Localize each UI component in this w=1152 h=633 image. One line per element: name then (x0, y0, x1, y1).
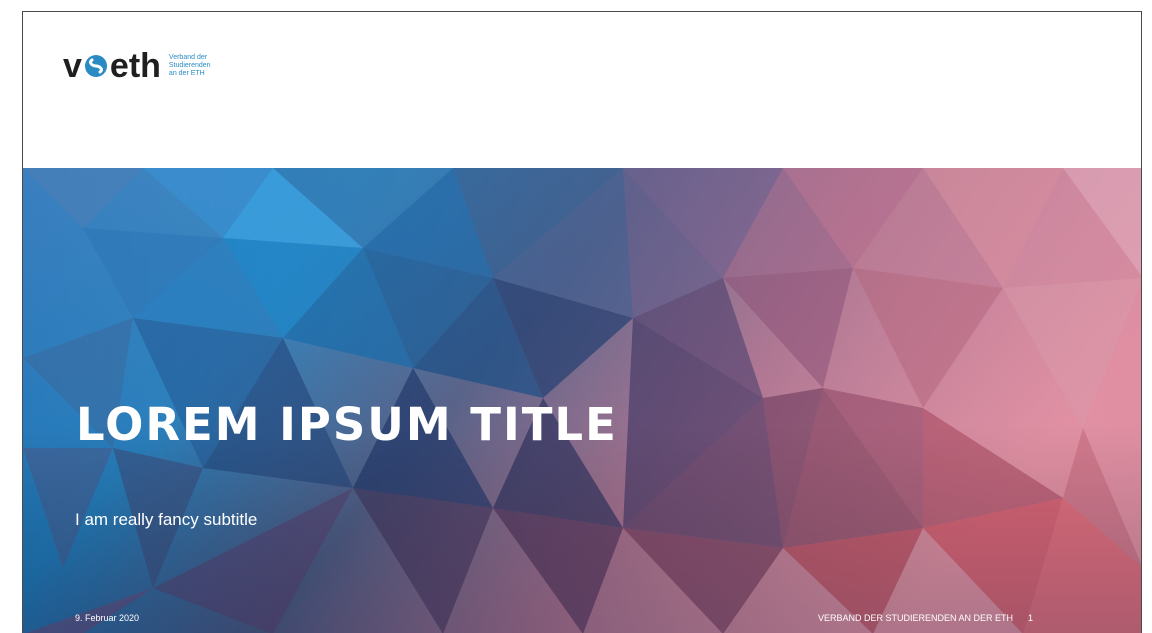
presentation-slide: v eth Verband der Studierenden an der ET… (22, 11, 1142, 633)
slide-title: LOREM IPSUM TITLE (76, 398, 618, 451)
logo-wordmark-left: v (63, 47, 82, 85)
logo-tagline-line: Verband der (168, 54, 208, 61)
logo-wordmark-right: eth (109, 47, 161, 85)
footer-date: 9. Februar 2020 (75, 613, 140, 623)
logo-tagline: Verband der Studierenden an der ETH (169, 54, 211, 78)
footer-organization: VERBAND DER STUDIERENDEN AN DER ETH (817, 613, 1013, 623)
page-number: 1 (1028, 613, 1034, 623)
logo-swirl-icon (84, 55, 107, 77)
vseth-logo: v eth Verband der Studierenden an der ET… (63, 48, 211, 84)
logo-wordmark: v eth (63, 49, 161, 83)
slide-header: v eth Verband der Studierenden an der ET… (23, 12, 1141, 168)
logo-tagline-line: Studierenden (168, 62, 211, 69)
logo-tagline-line: an der ETH (168, 70, 205, 77)
hero-banner: LOREM IPSUM TITLE I am really fancy subt… (23, 168, 1141, 633)
slide-subtitle: I am really fancy subtitle (75, 510, 258, 529)
